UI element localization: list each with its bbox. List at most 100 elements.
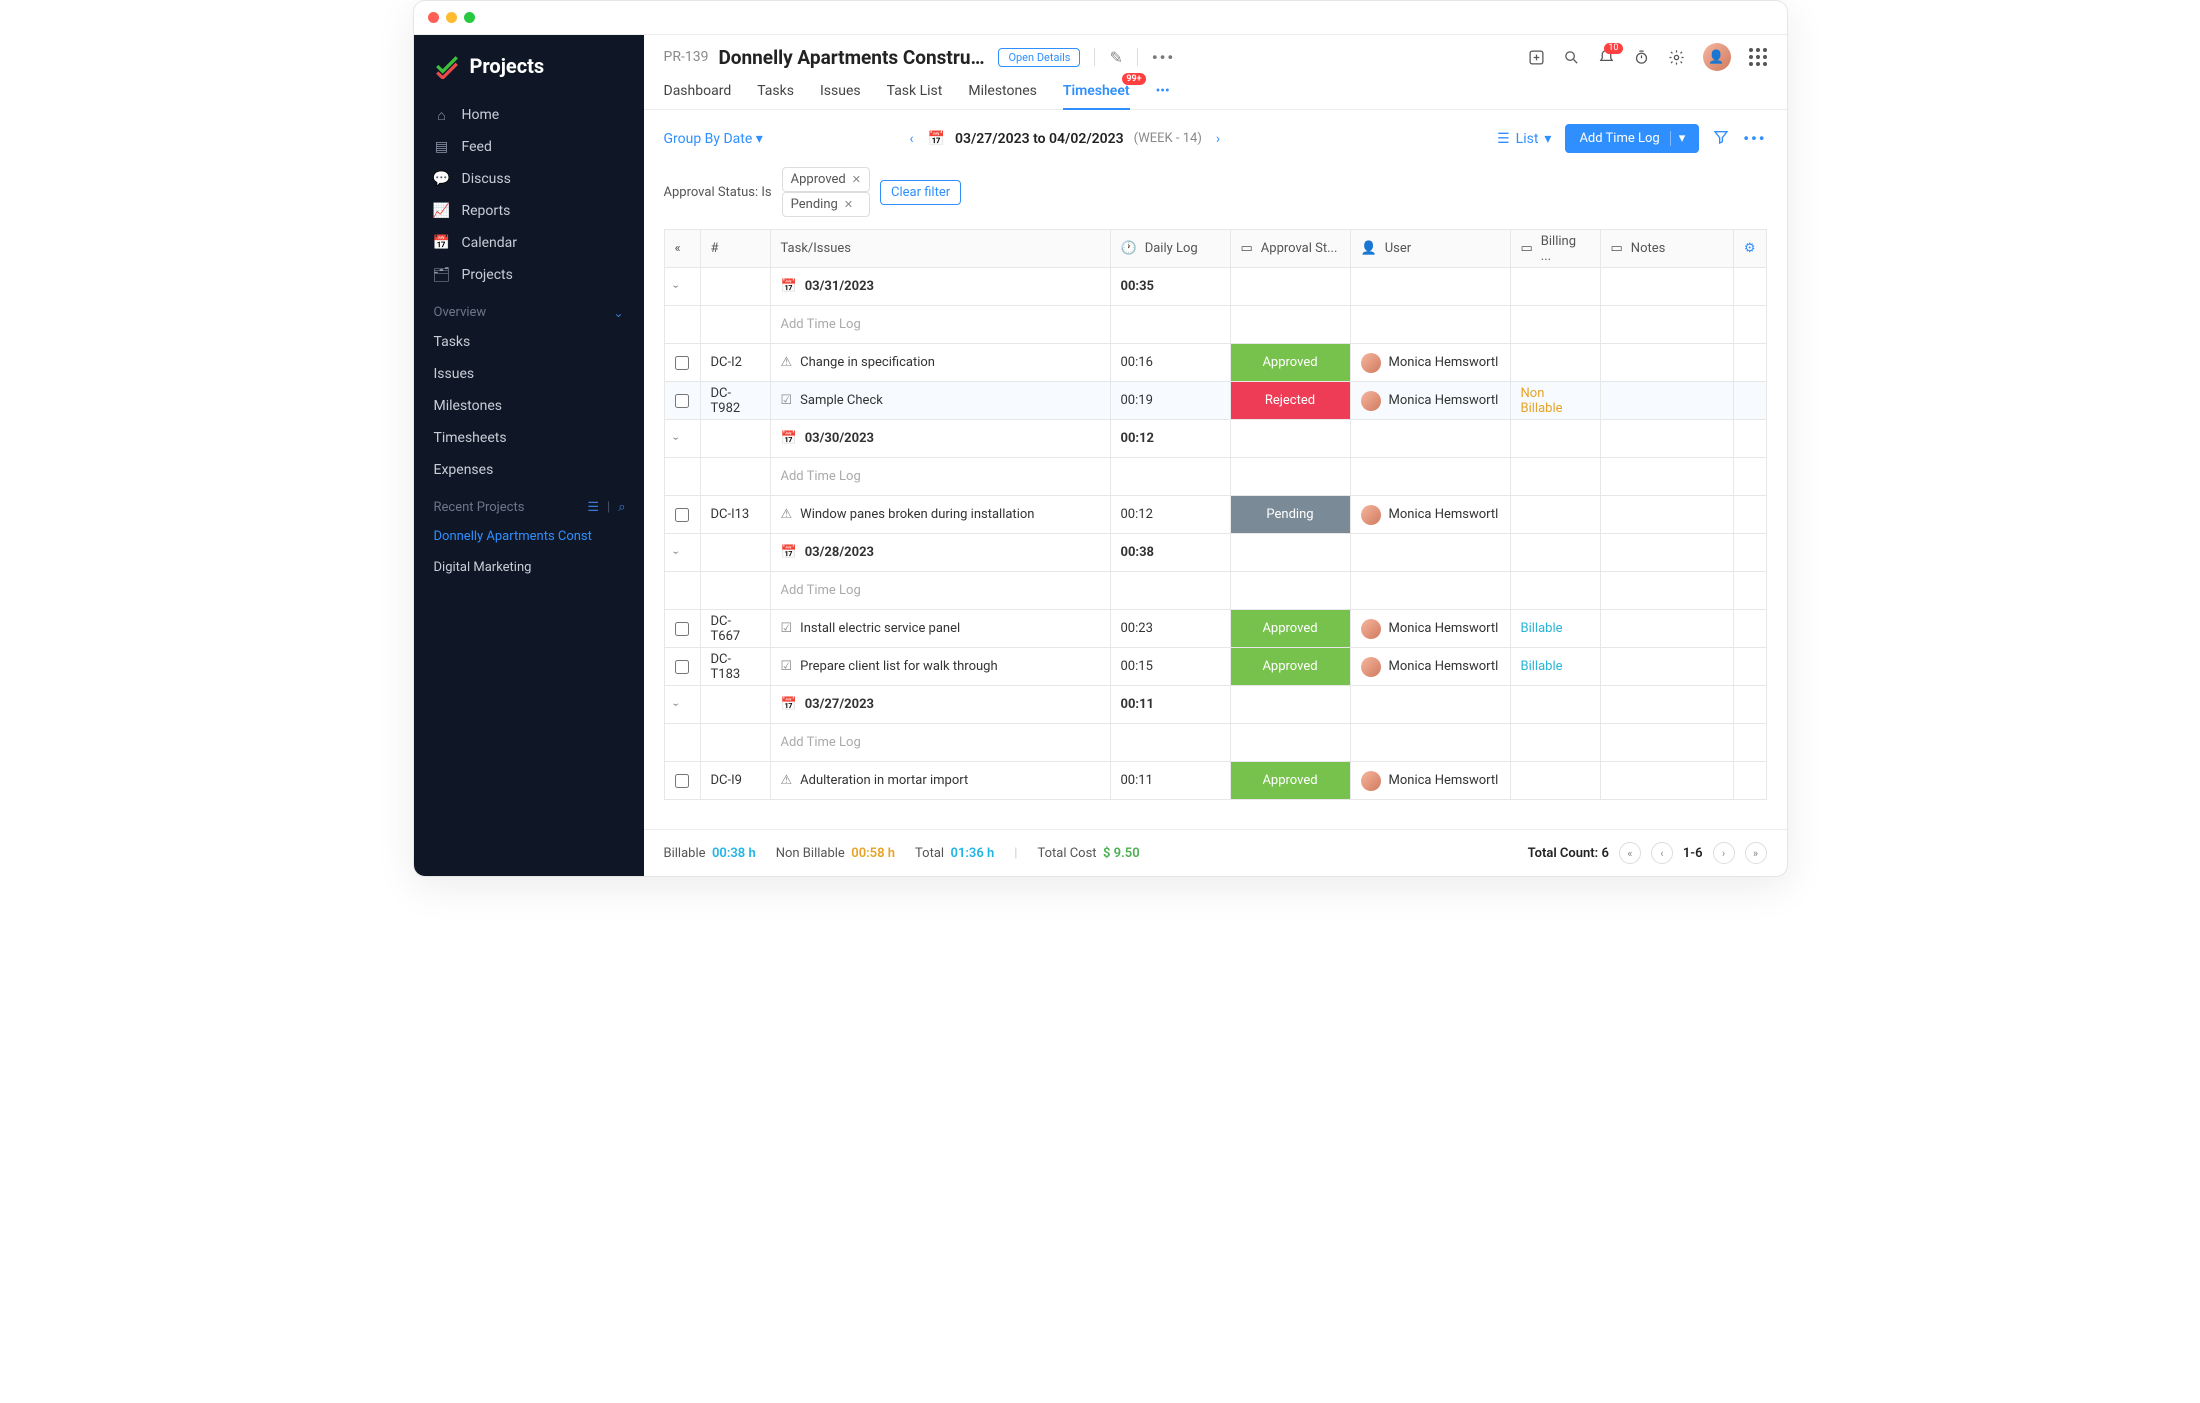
tab-badge: 99+: [1122, 73, 1145, 85]
group-by-dropdown[interactable]: Group By Date ▾: [664, 131, 763, 147]
timer-icon[interactable]: [1633, 49, 1650, 66]
view-list-button[interactable]: ☰List ▾: [1497, 131, 1551, 147]
timesheet-entry-row[interactable]: DC-I2 ⚠Change in specification 00:16 App…: [664, 344, 1766, 382]
row-checkbox[interactable]: [675, 660, 689, 674]
clear-filter-button[interactable]: Clear filter: [880, 180, 961, 205]
timesheet-entry-row[interactable]: DC-T183 ☑Prepare client list for walk th…: [664, 648, 1766, 686]
tab-timesheet[interactable]: Timesheet99+: [1063, 75, 1130, 109]
open-details-button[interactable]: Open Details: [998, 48, 1080, 67]
page-next-button[interactable]: ›: [1713, 842, 1735, 864]
page-first-button[interactable]: «: [1619, 842, 1641, 864]
row-checkbox[interactable]: [675, 394, 689, 408]
sidebar-item-projects[interactable]: 🗂Projects: [414, 259, 644, 291]
col-num-header[interactable]: #: [701, 230, 770, 267]
gear-icon[interactable]: [1668, 49, 1685, 66]
add-time-log-label[interactable]: Add Time Log: [771, 724, 1110, 761]
sidebar-item-feed[interactable]: ▤Feed: [414, 131, 644, 163]
chevron-down-icon[interactable]: ›: [670, 551, 683, 554]
chip-remove-icon[interactable]: ✕: [844, 198, 853, 211]
date-group-row[interactable]: › 📅03/31/2023 00:35: [664, 268, 1766, 306]
bell-icon[interactable]: 10: [1598, 49, 1615, 66]
tabs-more-icon[interactable]: •••: [1156, 75, 1170, 109]
window-maximize[interactable]: [464, 12, 475, 23]
tab-issues[interactable]: Issues: [820, 75, 861, 109]
edit-icon[interactable]: ✎: [1109, 48, 1122, 67]
add-time-log-row[interactable]: Add Time Log: [664, 306, 1766, 344]
chevron-down-icon[interactable]: ›: [670, 703, 683, 706]
toolbar-more-icon[interactable]: •••: [1743, 129, 1766, 148]
date-group-row[interactable]: › 📅03/28/2023 00:38: [664, 534, 1766, 572]
recent-project[interactable]: Digital Marketing: [414, 552, 644, 583]
add-time-log-label[interactable]: Add Time Log: [771, 458, 1110, 495]
filter-chip[interactable]: Approved ✕: [782, 167, 870, 192]
add-time-log-row[interactable]: Add Time Log: [664, 572, 1766, 610]
sidebar-item-timesheets[interactable]: Timesheets: [414, 422, 644, 454]
col-approval-header[interactable]: Approval St...: [1261, 241, 1338, 256]
prev-week-button[interactable]: ‹: [905, 131, 917, 147]
col-billing-header[interactable]: Billing ...: [1541, 234, 1590, 264]
sidebar-item-issues[interactable]: Issues: [414, 358, 644, 390]
chevron-down-icon[interactable]: ›: [670, 285, 683, 288]
date-group-row[interactable]: › 📅03/27/2023 00:11: [664, 686, 1766, 724]
timesheet-entry-row[interactable]: DC-I9 ⚠Adulteration in mortar import 00:…: [664, 762, 1766, 800]
add-time-log-row[interactable]: Add Time Log: [664, 458, 1766, 496]
sidebar-overview-header[interactable]: Overview ⌄: [414, 291, 644, 326]
chip-label: Approved: [791, 172, 846, 187]
filter-label: Approval Status: Is: [664, 185, 772, 200]
timesheet-entry-row[interactable]: DC-I13 ⚠Window panes broken during insta…: [664, 496, 1766, 534]
settings-sliders-icon[interactable]: ☰: [587, 500, 599, 515]
sidebar-item-discuss[interactable]: 💬Discuss: [414, 163, 644, 195]
tab-task-list[interactable]: Task List: [887, 75, 943, 109]
col-user-header[interactable]: User: [1385, 241, 1411, 256]
sidebar-item-home[interactable]: ⌂Home: [414, 99, 644, 131]
add-time-log-dropdown[interactable]: ▾: [1670, 131, 1686, 146]
add-time-log-label[interactable]: Add Time Log: [771, 572, 1110, 609]
sidebar-item-milestones[interactable]: Milestones: [414, 390, 644, 422]
next-week-button[interactable]: ›: [1212, 131, 1224, 147]
add-time-log-row[interactable]: Add Time Log: [664, 724, 1766, 762]
col-notes-header[interactable]: Notes: [1631, 241, 1666, 256]
timesheet-entry-row[interactable]: DC-T667 ☑Install electric service panel …: [664, 610, 1766, 648]
filter-icon[interactable]: [1713, 129, 1729, 149]
sidebar-item-expenses[interactable]: Expenses: [414, 454, 644, 486]
chevron-down-icon[interactable]: ›: [670, 437, 683, 440]
row-checkbox[interactable]: [675, 774, 689, 788]
search-icon[interactable]: [1563, 49, 1580, 66]
project-tabs: Dashboard Tasks Issues Task List Milestones T…: [644, 71, 1787, 110]
collapse-all-icon[interactable]: «: [675, 241, 681, 256]
col-task-header[interactable]: Task/Issues: [771, 230, 1110, 267]
tab-milestones[interactable]: Milestones: [968, 75, 1037, 109]
user-name: Monica Hemswortl: [1389, 621, 1499, 636]
filter-chip[interactable]: Pending✕: [782, 192, 870, 217]
date-group-row[interactable]: › 📅03/30/2023 00:12: [664, 420, 1766, 458]
row-checkbox[interactable]: [675, 622, 689, 636]
page-prev-button[interactable]: ‹: [1651, 842, 1673, 864]
apps-grid-icon[interactable]: [1749, 48, 1767, 66]
chip-remove-icon[interactable]: ✕: [852, 173, 861, 186]
more-menu-icon[interactable]: •••: [1152, 48, 1175, 67]
totalcost-value: $ 9.50: [1103, 846, 1140, 861]
page-last-button[interactable]: »: [1745, 842, 1767, 864]
sidebar-item-label: Calendar: [462, 235, 518, 251]
calendar-icon[interactable]: 📅: [928, 131, 945, 147]
timesheet-entry-row[interactable]: DC-T982 ☑Sample Check 00:19 Rejected Mon…: [664, 382, 1766, 420]
tab-dashboard[interactable]: Dashboard: [664, 75, 732, 109]
tab-tasks[interactable]: Tasks: [757, 75, 794, 109]
add-time-log-label[interactable]: Add Time Log: [771, 306, 1110, 343]
sidebar-item-tasks[interactable]: Tasks: [414, 326, 644, 358]
sidebar-item-calendar[interactable]: 📅Calendar: [414, 227, 644, 259]
entry-id: DC-I2: [701, 344, 770, 381]
calendar-icon: 📅: [781, 545, 797, 560]
add-time-log-button[interactable]: Add Time Log▾: [1565, 124, 1699, 153]
row-checkbox[interactable]: [675, 356, 689, 370]
column-settings-icon[interactable]: ⚙: [1744, 241, 1756, 256]
recent-project[interactable]: Donnelly Apartments Const: [414, 521, 644, 552]
row-checkbox[interactable]: [675, 508, 689, 522]
window-close[interactable]: [428, 12, 439, 23]
window-minimize[interactable]: [446, 12, 457, 23]
user-avatar[interactable]: 👤: [1703, 43, 1731, 71]
sidebar-item-reports[interactable]: 📈Reports: [414, 195, 644, 227]
col-daily-header[interactable]: Daily Log: [1145, 241, 1198, 256]
add-icon[interactable]: [1528, 49, 1545, 66]
search-icon[interactable]: ⌕: [618, 500, 625, 515]
